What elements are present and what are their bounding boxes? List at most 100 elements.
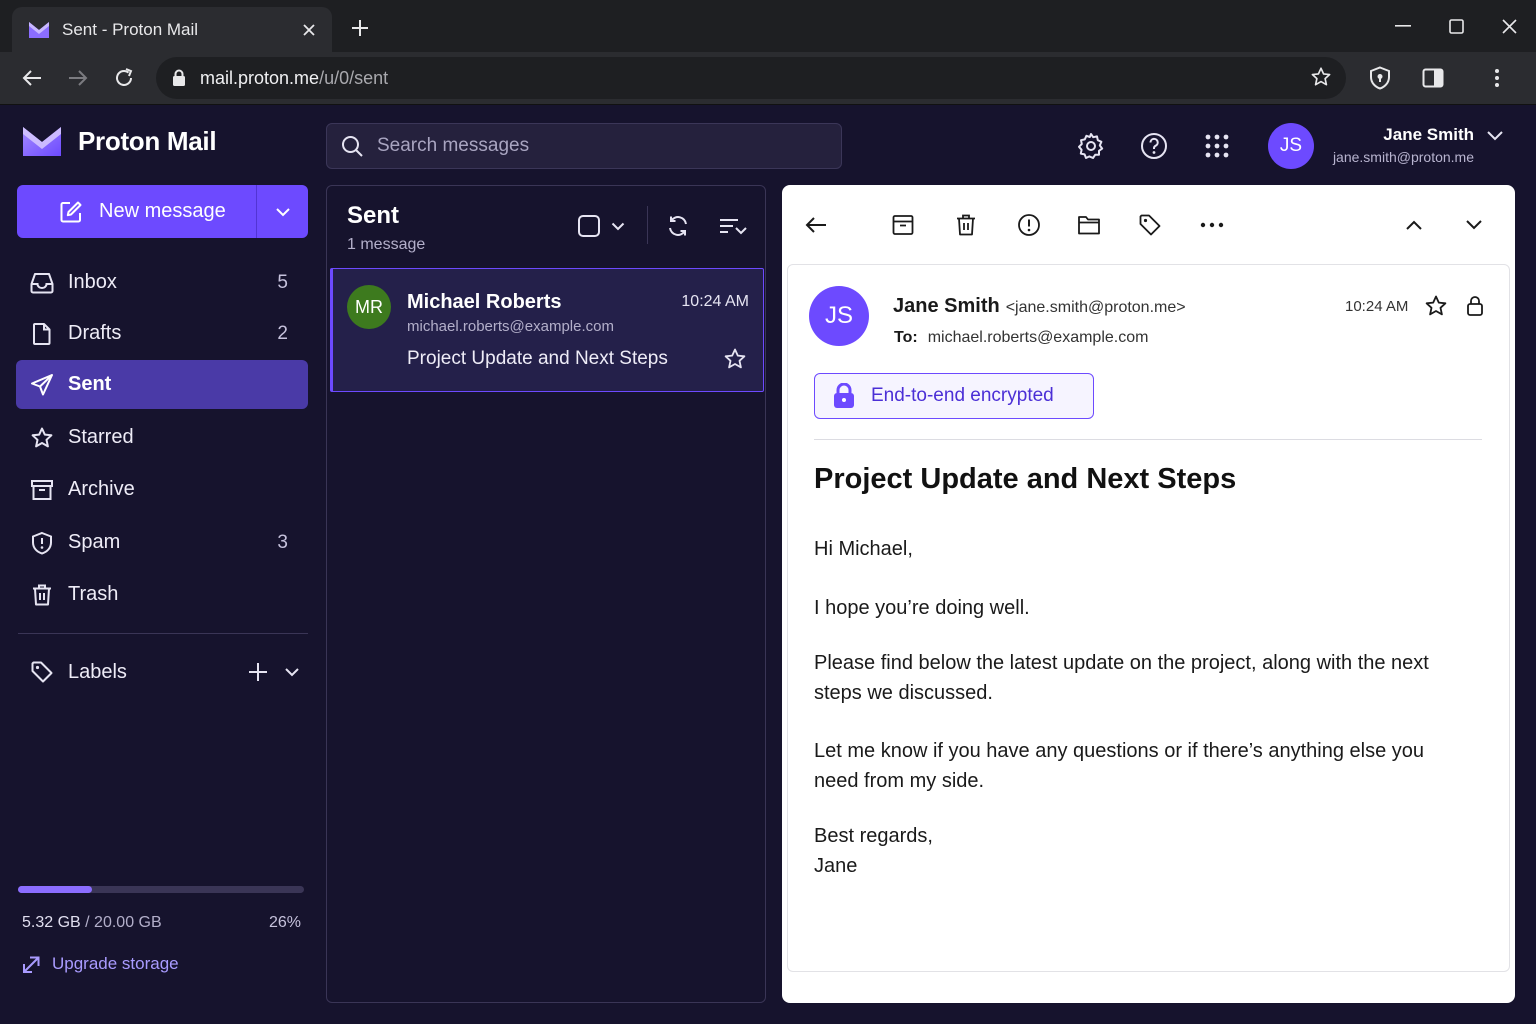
email-body: Hi Michael, I hope you’re doing well. Pl… xyxy=(814,535,1464,881)
proton-pass-shield-icon[interactable] xyxy=(1366,64,1394,92)
labels-section-header[interactable]: Labels xyxy=(16,648,308,696)
drafts-count: 2 xyxy=(277,322,288,344)
browser-tab-bar: Sent - Proton Mail xyxy=(0,0,1536,52)
star-message-icon[interactable] xyxy=(723,347,747,371)
spam-count: 3 xyxy=(277,531,288,553)
sort-icon[interactable] xyxy=(718,210,748,242)
sender-header[interactable]: Jane Smith <jane.smith@proton.me> xyxy=(893,295,1186,318)
unread-count: 5 xyxy=(277,271,288,293)
back-arrow-icon[interactable] xyxy=(802,211,830,239)
search-input[interactable] xyxy=(377,135,817,157)
side-panel-icon[interactable] xyxy=(1419,64,1447,92)
select-chevron-down-icon[interactable] xyxy=(611,222,625,231)
sidebar-item-label: Starred xyxy=(68,426,134,448)
encryption-lock-icon[interactable] xyxy=(1466,295,1484,317)
message-count: 1 message xyxy=(347,236,426,253)
next-message-chevron-down-icon[interactable] xyxy=(1460,211,1488,239)
folder-title: Sent xyxy=(347,202,400,229)
back-arrow-icon[interactable] xyxy=(18,64,46,92)
account-menu[interactable]: Jane Smith jane.smith@proton.me xyxy=(1333,125,1474,165)
move-to-folder-icon[interactable] xyxy=(1075,211,1103,239)
browser-toolbar: mail.proton.me/u/0/sent xyxy=(0,52,1536,105)
help-icon[interactable] xyxy=(1136,128,1172,164)
browser-tab[interactable]: Sent - Proton Mail xyxy=(12,7,332,52)
add-label-plus-icon[interactable] xyxy=(248,662,268,682)
reload-icon[interactable] xyxy=(110,64,138,92)
new-tab-plus-icon[interactable] xyxy=(348,16,372,40)
sidebar-item-label: Spam xyxy=(68,531,121,553)
message-time: 10:24 AM xyxy=(681,293,749,310)
sender-avatar: JS xyxy=(809,286,869,346)
file-icon xyxy=(30,322,54,346)
message-subject: Project Update and Next Steps xyxy=(407,348,668,369)
previous-message-chevron-up-icon[interactable] xyxy=(1400,211,1428,239)
tab-close-icon[interactable] xyxy=(296,17,322,43)
sidebar-item-starred[interactable]: Starred xyxy=(16,413,308,462)
account-chevron-down-icon[interactable] xyxy=(1486,130,1504,142)
proton-mail-logo[interactable]: Proton Mail xyxy=(22,125,217,158)
settings-gear-icon[interactable] xyxy=(1073,128,1109,164)
sender-name: Jane Smith xyxy=(893,295,1000,317)
sidebar-item-label: Inbox xyxy=(68,271,117,293)
forward-arrow-icon[interactable] xyxy=(64,64,92,92)
new-message-dropdown-chevron-icon[interactable] xyxy=(257,185,308,238)
trash-icon xyxy=(30,583,54,607)
sidebar-item-sent[interactable]: Sent xyxy=(16,360,308,409)
compose-pencil-icon xyxy=(59,200,99,224)
more-options-icon[interactable] xyxy=(1198,211,1226,239)
close-window-icon[interactable] xyxy=(1494,12,1524,40)
reading-pane: JS Jane Smith <jane.smith@proton.me> 10:2… xyxy=(782,185,1515,1003)
tag-icon xyxy=(30,660,54,684)
sidebar-item-label: Trash xyxy=(68,583,119,605)
sidebar-item-trash[interactable]: Trash xyxy=(16,570,308,619)
message-list-panel: Sent 1 message MR Michael Roberts michae… xyxy=(326,185,766,1003)
new-message-label: New message xyxy=(99,200,226,222)
archive-icon[interactable] xyxy=(889,211,917,239)
user-avatar[interactable]: JS xyxy=(1268,123,1314,169)
sidebar-item-drafts[interactable]: Drafts 2 xyxy=(16,309,308,358)
storage-used: 5.32 GB xyxy=(22,914,81,931)
body-signature: Jane xyxy=(814,854,858,877)
new-message-main[interactable]: New message xyxy=(17,185,257,238)
minimize-icon[interactable] xyxy=(1388,12,1418,40)
labels-chevron-down-icon[interactable] xyxy=(284,667,300,677)
sidebar-item-archive[interactable]: Archive xyxy=(16,465,308,514)
sidebar-item-inbox[interactable]: Inbox 5 xyxy=(16,258,308,307)
proton-favicon-icon xyxy=(28,21,50,39)
toolbar-separator xyxy=(647,206,648,244)
sidebar-item-label: Drafts xyxy=(68,322,122,344)
recipient-address[interactable]: michael.roberts@example.com xyxy=(928,329,1149,346)
select-all-checkbox[interactable] xyxy=(577,214,601,238)
user-email: jane.smith@proton.me xyxy=(1332,149,1474,165)
labels-title: Labels xyxy=(68,660,127,683)
header-divider xyxy=(814,439,1482,440)
url-path: /u/0/sent xyxy=(319,67,389,88)
brand-name: Proton Mail xyxy=(78,126,217,156)
maximize-icon[interactable] xyxy=(1441,12,1471,40)
message-view-card: JS Jane Smith <jane.smith@proton.me> 10:2… xyxy=(787,264,1510,972)
storage-progress-fill xyxy=(18,886,93,893)
user-name: Jane Smith xyxy=(1383,125,1474,144)
encryption-badge[interactable]: End-to-end encrypted xyxy=(814,373,1094,419)
address-bar[interactable]: mail.proton.me/u/0/sent xyxy=(156,57,1346,99)
refresh-icon[interactable] xyxy=(666,210,690,242)
sidebar-item-spam[interactable]: Spam 3 xyxy=(16,518,308,567)
apps-grid-icon[interactable] xyxy=(1199,128,1235,164)
star-message-icon[interactable] xyxy=(1424,294,1448,318)
tab-title: Sent - Proton Mail xyxy=(62,19,199,39)
label-tag-icon[interactable] xyxy=(1136,211,1164,239)
new-message-button[interactable]: New message xyxy=(17,185,308,238)
paper-plane-icon xyxy=(30,373,54,397)
bookmark-star-icon[interactable] xyxy=(1310,66,1332,88)
browser-menu-icon[interactable] xyxy=(1483,64,1511,92)
search-icon xyxy=(341,135,363,157)
search-bar[interactable] xyxy=(326,123,842,169)
body-paragraph: Please find below the latest update on t… xyxy=(814,652,1429,704)
storage-percent: 26% xyxy=(269,914,302,931)
message-row[interactable]: MR Michael Roberts michael.roberts@examp… xyxy=(330,268,764,392)
select-all-control[interactable] xyxy=(577,210,625,242)
upgrade-storage-link[interactable]: Upgrade storage xyxy=(22,954,179,974)
report-spam-icon[interactable] xyxy=(1015,211,1043,239)
storage-progress-bar xyxy=(18,886,304,893)
trash-icon[interactable] xyxy=(952,211,980,239)
